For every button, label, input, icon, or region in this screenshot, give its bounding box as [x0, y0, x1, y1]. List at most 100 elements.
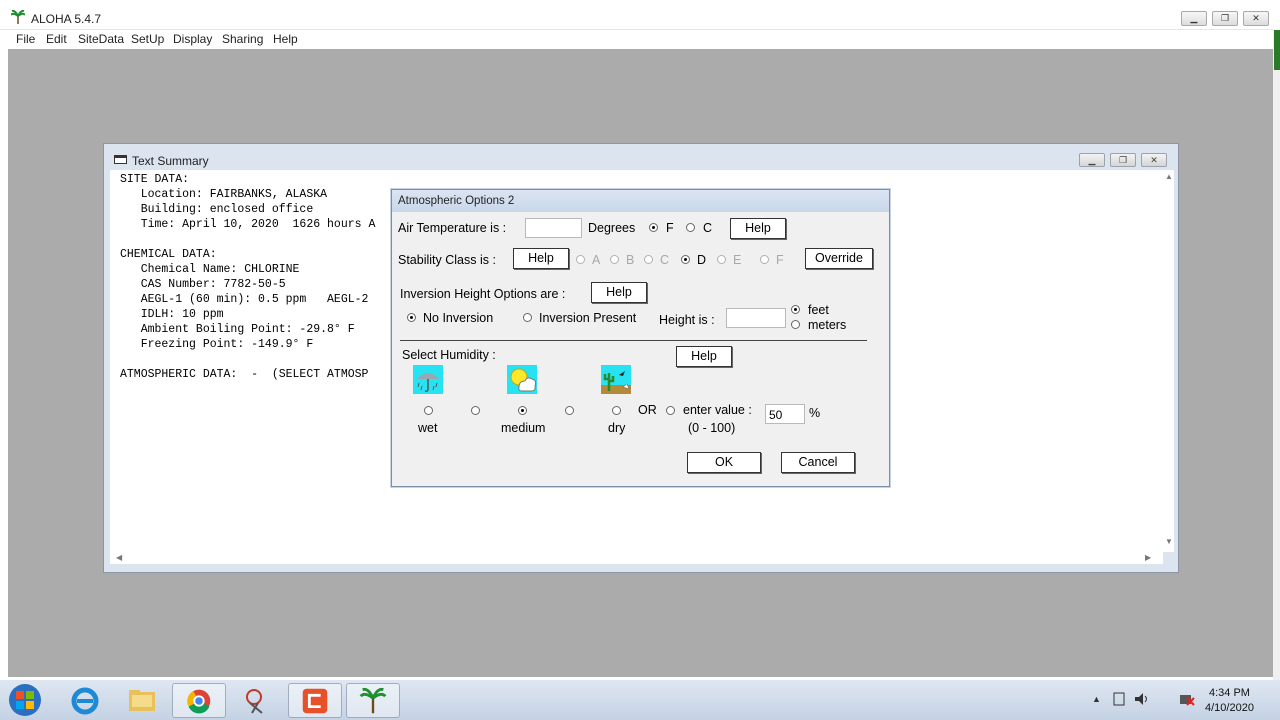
taskbar: ▲ 4:34 PM 4/10/2020: [0, 680, 1280, 720]
humidity-enter-value-radio[interactable]: [666, 406, 675, 415]
summary-close-button[interactable]: ✕: [1141, 153, 1167, 167]
file-explorer-icon[interactable]: [115, 683, 169, 718]
stability-f-radio[interactable]: [760, 255, 769, 264]
volume-icon[interactable]: [1134, 692, 1150, 706]
clock[interactable]: 4:34 PM 4/10/2020: [1205, 686, 1254, 716]
summary-line: IDLH: 10 ppm: [120, 308, 224, 321]
air-temp-help-button[interactable]: Help: [730, 218, 786, 239]
air-temp-label: Air Temperature is :: [398, 221, 507, 235]
chrome-icon[interactable]: [172, 683, 226, 718]
no-inversion-radio[interactable]: [407, 313, 416, 322]
stability-d-label: D: [697, 253, 707, 267]
scroll-right-icon[interactable]: ▶: [1145, 553, 1151, 562]
cancel-button[interactable]: Cancel: [781, 452, 855, 473]
enter-value-label: enter value :: [683, 403, 752, 417]
stability-b-radio[interactable]: [610, 255, 619, 264]
or-label: OR: [638, 403, 657, 417]
unit-f-label: F: [666, 221, 674, 235]
summary-horizontal-scrollbar[interactable]: ◀ ▶: [110, 552, 1163, 564]
inversion-label: Inversion Height Options are :: [400, 287, 566, 301]
summary-window-title: Text Summary: [132, 154, 209, 168]
stability-f-label: F: [776, 253, 784, 267]
unit-c-radio[interactable]: [686, 223, 695, 232]
humidity-help-button[interactable]: Help: [676, 346, 732, 367]
restore-button[interactable]: ❐: [1212, 11, 1238, 26]
menu-display[interactable]: Display: [173, 32, 212, 46]
summary-line: Building: enclosed office: [120, 203, 314, 216]
no-inversion-label: No Inversion: [423, 311, 494, 325]
height-input[interactable]: [726, 308, 786, 328]
inversion-present-label: Inversion Present: [539, 311, 637, 325]
camtasia-icon[interactable]: [288, 683, 342, 718]
summary-line: CHEMICAL DATA:: [120, 248, 217, 261]
summary-line: AEGL-1 (60 min): 0.5 ppm AEGL-2: [120, 293, 369, 306]
atmospheric-options-dialog: Atmospheric Options 2 Air Temperature is…: [391, 189, 890, 487]
snipping-tool-icon[interactable]: [230, 683, 284, 718]
summary-restore-button[interactable]: ❐: [1110, 153, 1136, 167]
stability-a-radio[interactable]: [576, 255, 585, 264]
outer-scrollbar[interactable]: [1273, 30, 1280, 680]
summary-line: Ambient Boiling Point: -29.8° F: [120, 323, 355, 336]
summary-vertical-scrollbar[interactable]: ▲ ▼: [1163, 170, 1174, 552]
humidity-wet-radio[interactable]: [424, 406, 433, 415]
internet-explorer-icon[interactable]: [58, 683, 112, 718]
show-hidden-icons-icon[interactable]: ▲: [1092, 694, 1101, 704]
menu-sitedata[interactable]: SiteData: [78, 32, 124, 46]
stability-c-radio[interactable]: [644, 255, 653, 264]
summary-line: SITE DATA:: [120, 173, 190, 186]
summary-line: Location: FAIRBANKS, ALASKA: [120, 188, 328, 201]
scroll-down-icon[interactable]: ▼: [1165, 537, 1173, 546]
rain-umbrella-icon: [413, 365, 443, 394]
humidity-medium-radio[interactable]: [518, 406, 527, 415]
menu-sharing[interactable]: Sharing: [222, 32, 263, 46]
percent-label: %: [809, 406, 821, 420]
summary-line: ATMOSPHERIC DATA: - (SELECT ATMOSP: [120, 368, 369, 381]
menu-edit[interactable]: Edit: [46, 32, 67, 46]
override-button[interactable]: Override: [805, 248, 873, 269]
stability-c-label: C: [660, 253, 670, 267]
aloha-logo-icon: [11, 10, 25, 24]
start-button-icon[interactable]: [4, 682, 46, 718]
dialog-titlebar: Atmospheric Options 2: [392, 190, 889, 212]
summary-minimize-button[interactable]: ▁: [1079, 153, 1105, 167]
action-center-icon[interactable]: [1112, 692, 1126, 706]
humidity-4-radio[interactable]: [565, 406, 574, 415]
degrees-label: Degrees: [588, 221, 636, 235]
scroll-up-icon[interactable]: ▲: [1165, 172, 1173, 181]
menu-help[interactable]: Help: [273, 32, 298, 46]
stability-a-label: A: [592, 253, 601, 267]
unit-f-radio[interactable]: [649, 223, 658, 232]
minimize-button[interactable]: ▁: [1181, 11, 1207, 26]
window-icon: [114, 155, 127, 164]
humidity-range-label: (0 - 100): [688, 421, 736, 435]
stability-label: Stability Class is :: [398, 253, 496, 267]
network-icon[interactable]: [1179, 692, 1195, 706]
sun-cloud-icon: [507, 365, 537, 394]
stability-e-label: E: [733, 253, 742, 267]
air-temp-input[interactable]: [525, 218, 582, 238]
stability-e-radio[interactable]: [717, 255, 726, 264]
app-titlebar: ALOHA 5.4.7 ▁ ❐ ✕: [0, 0, 1273, 30]
stability-d-radio[interactable]: [681, 255, 690, 264]
stability-b-label: B: [626, 253, 635, 267]
menu-setup[interactable]: SetUp: [131, 32, 164, 46]
menubar: File Edit SiteData SetUp Display Sharing…: [0, 30, 1273, 49]
close-button[interactable]: ✕: [1243, 11, 1269, 26]
menu-file[interactable]: File: [16, 32, 35, 46]
stability-help-button[interactable]: Help: [513, 248, 569, 269]
feet-label: feet: [808, 303, 829, 317]
scroll-left-icon[interactable]: ◀: [116, 553, 122, 562]
humidity-dry-radio[interactable]: [612, 406, 621, 415]
inversion-help-button[interactable]: Help: [591, 282, 647, 303]
unit-c-label: C: [703, 221, 713, 235]
ok-button[interactable]: OK: [687, 452, 761, 473]
humidity-value-input[interactable]: 50: [765, 404, 805, 424]
feet-radio[interactable]: [791, 305, 800, 314]
meters-radio[interactable]: [791, 320, 800, 329]
dialog-title: Atmospheric Options 2: [398, 195, 515, 207]
clock-time: 4:34 PM: [1208, 687, 1250, 699]
summary-line: Freezing Point: -149.9° F: [120, 338, 314, 351]
inversion-present-radio[interactable]: [523, 313, 532, 322]
aloha-taskbar-icon[interactable]: [346, 683, 400, 718]
humidity-2-radio[interactable]: [471, 406, 480, 415]
